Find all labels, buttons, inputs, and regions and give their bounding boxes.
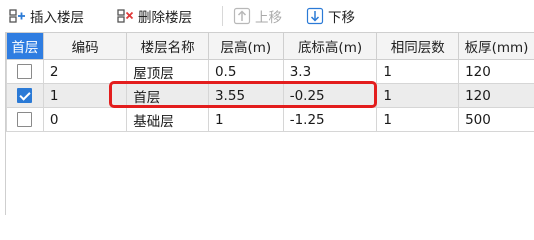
delete-floor-button[interactable]: 删除楼层 xyxy=(116,4,192,28)
floor-table-container: 首层 编码 楼层名称 层高(m) 底标高(m) 相同层数 板厚(mm) 2 屋顶… xyxy=(5,32,534,215)
same-floor-count-cell[interactable]: 1 xyxy=(376,107,460,132)
delete-floor-icon xyxy=(117,9,134,23)
bottom-elevation-cell[interactable]: 3.3 xyxy=(282,59,378,84)
insert-floor-icon xyxy=(9,9,25,23)
move-up-button[interactable]: 上移 xyxy=(233,4,282,28)
slab-thickness-cell[interactable]: 120 xyxy=(458,83,534,108)
insert-floor-button[interactable]: 插入楼层 xyxy=(8,4,84,28)
insert-floor-label: 插入楼层 xyxy=(30,10,84,26)
arrow-down-icon xyxy=(306,7,324,25)
floor-table: 首层 编码 楼层名称 层高(m) 底标高(m) 相同层数 板厚(mm) 2 屋顶… xyxy=(6,32,534,132)
first-floor-cell[interactable] xyxy=(6,83,44,108)
slab-thickness-cell[interactable]: 120 xyxy=(458,59,534,84)
slab-thickness-cell[interactable]: 500 xyxy=(458,107,534,132)
floor-name-cell[interactable]: 首层 xyxy=(126,83,209,108)
first-floor-cell[interactable] xyxy=(6,107,44,132)
header-same-floor-count[interactable]: 相同层数 xyxy=(376,32,460,60)
header-slab-thickness[interactable]: 板厚(mm) xyxy=(458,32,534,60)
move-up-label: 上移 xyxy=(255,10,282,26)
first-floor-checkbox[interactable] xyxy=(17,112,33,127)
header-bottom-elevation[interactable]: 底标高(m) xyxy=(282,32,378,60)
table-row[interactable]: 2 屋顶层 0.5 3.3 1 120 xyxy=(6,59,534,84)
floor-height-cell[interactable]: 1 xyxy=(207,107,284,132)
toolbar-divider xyxy=(222,6,223,26)
floor-name-cell[interactable]: 基础层 xyxy=(126,107,209,132)
table-row[interactable]: 0 基础层 1 -1.25 1 500 xyxy=(6,107,534,132)
first-floor-cell[interactable] xyxy=(6,59,44,84)
toolbar: 插入楼层 删除楼层 上移 下移 xyxy=(0,0,534,32)
first-floor-checkbox[interactable] xyxy=(17,88,33,103)
code-cell[interactable]: 1 xyxy=(42,83,128,108)
move-down-label: 下移 xyxy=(328,10,355,26)
floor-height-cell[interactable]: 3.55 xyxy=(207,83,284,108)
arrow-up-icon xyxy=(233,7,251,25)
move-down-button[interactable]: 下移 xyxy=(306,4,355,28)
header-first-floor[interactable]: 首层 xyxy=(6,32,44,60)
code-cell[interactable]: 0 xyxy=(42,107,128,132)
bottom-elevation-cell[interactable]: -0.25 xyxy=(282,83,378,108)
header-floor-name[interactable]: 楼层名称 xyxy=(126,32,209,60)
first-floor-checkbox[interactable] xyxy=(17,64,33,79)
floor-name-cell[interactable]: 屋顶层 xyxy=(126,59,209,84)
code-cell[interactable]: 2 xyxy=(42,59,128,84)
same-floor-count-cell[interactable]: 1 xyxy=(376,83,460,108)
header-code[interactable]: 编码 xyxy=(42,32,128,60)
bottom-elevation-cell[interactable]: -1.25 xyxy=(282,107,378,132)
delete-floor-label: 删除楼层 xyxy=(138,10,192,26)
header-floor-height[interactable]: 层高(m) xyxy=(207,32,284,60)
floor-height-cell[interactable]: 0.5 xyxy=(207,59,284,84)
same-floor-count-cell[interactable]: 1 xyxy=(376,59,460,84)
table-row[interactable]: 1 首层 3.55 -0.25 1 120 xyxy=(6,83,534,108)
table-header-row: 首层 编码 楼层名称 层高(m) 底标高(m) 相同层数 板厚(mm) xyxy=(6,32,534,60)
